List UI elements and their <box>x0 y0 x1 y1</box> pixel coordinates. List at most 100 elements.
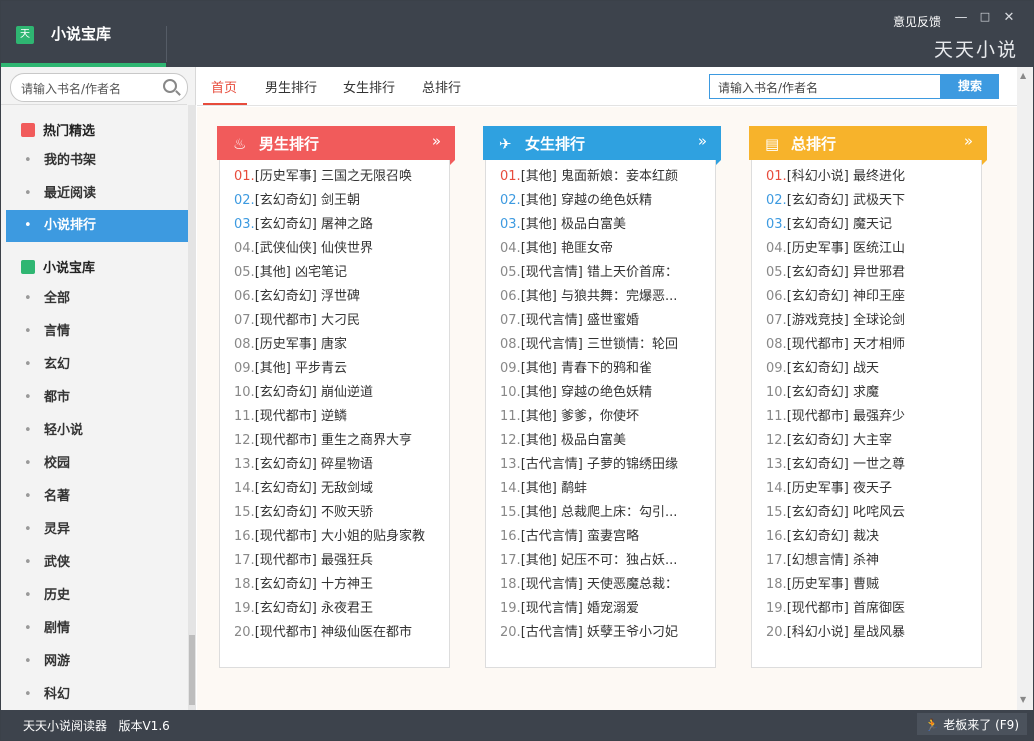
book-title[interactable]: [历史军事] 曹贼 <box>787 577 879 592</box>
book-title[interactable]: [其他] 鹬蚌 <box>521 481 587 496</box>
sidebar-item-history[interactable]: 历史 <box>6 580 188 612</box>
book-title[interactable]: [现代都市] 大刁民 <box>255 313 360 328</box>
ranking-row[interactable]: 11.[现代都市] 最强弃少 <box>752 405 981 429</box>
feedback-link[interactable]: 意见反馈 <box>893 13 941 30</box>
ranking-row[interactable]: 04.[武侠仙侠] 仙侠世界 <box>220 237 449 261</box>
ranking-row[interactable]: 10.[玄幻奇幻] 求魔 <box>752 381 981 405</box>
book-title[interactable]: [其他] 总裁爬上床：勾引... <box>521 505 678 520</box>
ranking-row[interactable]: 19.[玄幻奇幻] 永夜君王 <box>220 597 449 621</box>
book-title[interactable]: [玄幻奇幻] 求魔 <box>787 385 879 400</box>
ranking-row[interactable]: 07.[现代言情] 盛世蜜婚 <box>486 309 715 333</box>
ranking-row[interactable]: 13.[玄幻奇幻] 碎星物语 <box>220 453 449 477</box>
book-title[interactable]: [现代言情] 盛世蜜婚 <box>521 313 639 328</box>
book-title[interactable]: [现代都市] 重生之商界大亨 <box>255 433 412 448</box>
sidebar-item-all[interactable]: 全部 <box>6 283 188 315</box>
book-title[interactable]: [古代言情] 子萝的锦绣田缘 <box>521 457 678 472</box>
book-title[interactable]: [现代言情] 三世锁情：轮回 <box>521 337 678 352</box>
ranking-row[interactable]: 02.[玄幻奇幻] 剑王朝 <box>220 189 449 213</box>
ranking-row[interactable]: 09.[其他] 青春下的鸦和雀 <box>486 357 715 381</box>
sidebar-scrollbar-thumb[interactable] <box>189 635 195 705</box>
search-input[interactable]: 请输入书名/作者名 <box>709 74 941 99</box>
content-scrollbar[interactable]: ▲ ▼ <box>1017 67 1033 710</box>
ranking-row[interactable]: 09.[其他] 平步青云 <box>220 357 449 381</box>
ranking-row[interactable]: 01.[历史军事] 三国之无限召唤 <box>220 165 449 189</box>
sidebar-item-romance[interactable]: 言情 <box>6 316 188 348</box>
ranking-row[interactable]: 04.[历史军事] 医统江山 <box>752 237 981 261</box>
ranking-panel-header[interactable]: ▤ 总排行 » <box>749 126 987 165</box>
more-chevron-icon[interactable]: » <box>964 132 973 150</box>
minimize-button[interactable]: — <box>953 10 969 25</box>
sidebar-item-fantasy[interactable]: 玄幻 <box>6 349 188 381</box>
sidebar-item-ranking[interactable]: 小说排行 <box>6 210 188 242</box>
book-title[interactable]: [其他] 凶宅笔记 <box>255 265 347 280</box>
ranking-row[interactable]: 03.[玄幻奇幻] 魔天记 <box>752 213 981 237</box>
ranking-row[interactable]: 05.[玄幻奇幻] 异世邪君 <box>752 261 981 285</box>
ranking-row[interactable]: 07.[游戏竞技] 全球论剑 <box>752 309 981 333</box>
book-title[interactable]: [其他] 穿越の绝色妖精 <box>521 385 652 400</box>
ranking-row[interactable]: 04.[其他] 艳匪女帝 <box>486 237 715 261</box>
book-title[interactable]: [玄幻奇幻] 魔天记 <box>787 217 892 232</box>
ranking-row[interactable]: 16.[古代言情] 蛮妻宫略 <box>486 525 715 549</box>
book-title[interactable]: [其他] 穿越の绝色妖精 <box>521 193 652 208</box>
maximize-button[interactable]: □ <box>977 10 993 23</box>
ranking-row[interactable]: 03.[其他] 极品白富美 <box>486 213 715 237</box>
sidebar-item-online-game[interactable]: 网游 <box>6 646 188 678</box>
ranking-row[interactable]: 15.[玄幻奇幻] 叱咤风云 <box>752 501 981 525</box>
ranking-row[interactable]: 16.[玄幻奇幻] 裁决 <box>752 525 981 549</box>
ranking-row[interactable]: 19.[现代都市] 首席御医 <box>752 597 981 621</box>
ranking-row[interactable]: 11.[其他] 爹爹，你使坏 <box>486 405 715 429</box>
book-title[interactable]: [现代言情] 天使恶魔总裁： <box>521 577 678 592</box>
book-title[interactable]: [历史军事] 夜天子 <box>787 481 892 496</box>
ranking-row[interactable]: 15.[其他] 总裁爬上床：勾引... <box>486 501 715 525</box>
book-title[interactable]: [古代言情] 蛮妻宫略 <box>521 529 639 544</box>
book-title[interactable]: [其他] 鬼面新娘：妾本红颜 <box>521 169 678 184</box>
ranking-row[interactable]: 14.[历史军事] 夜天子 <box>752 477 981 501</box>
book-title[interactable]: [玄幻奇幻] 异世邪君 <box>787 265 905 280</box>
ranking-row[interactable]: 12.[现代都市] 重生之商界大亨 <box>220 429 449 453</box>
sidebar-search[interactable]: 请输入书名/作者名 <box>10 73 188 102</box>
book-title[interactable]: [历史军事] 唐家 <box>255 337 347 352</box>
ranking-row[interactable]: 06.[玄幻奇幻] 浮世碑 <box>220 285 449 309</box>
book-title[interactable]: [其他] 平步青云 <box>255 361 347 376</box>
book-title[interactable]: [其他] 艳匪女帝 <box>521 241 613 256</box>
ranking-row[interactable]: 02.[其他] 穿越の绝色妖精 <box>486 189 715 213</box>
book-title[interactable]: [玄幻奇幻] 裁决 <box>787 529 879 544</box>
book-title[interactable]: [现代言情] 婚宠溺爱 <box>521 601 639 616</box>
ranking-row[interactable]: 08.[现代都市] 天才相师 <box>752 333 981 357</box>
book-title[interactable]: [玄幻奇幻] 浮世碑 <box>255 289 360 304</box>
ranking-row[interactable]: 12.[其他] 极品白富美 <box>486 429 715 453</box>
ranking-row[interactable]: 20.[科幻小说] 星战风暴 <box>752 621 981 645</box>
ranking-row[interactable]: 08.[历史军事] 唐家 <box>220 333 449 357</box>
book-title[interactable]: [玄幻奇幻] 不败天骄 <box>255 505 373 520</box>
book-title[interactable]: [历史军事] 医统江山 <box>787 241 905 256</box>
book-title[interactable]: [玄幻奇幻] 十方神王 <box>255 577 373 592</box>
book-title[interactable]: [科幻小说] 星战风暴 <box>787 625 905 640</box>
book-title[interactable]: [玄幻奇幻] 崩仙逆道 <box>255 385 373 400</box>
ranking-row[interactable]: 18.[现代言情] 天使恶魔总裁： <box>486 573 715 597</box>
book-title[interactable]: [现代都市] 天才相师 <box>787 337 905 352</box>
sidebar-item-urban[interactable]: 都市 <box>6 382 188 414</box>
book-title[interactable]: [玄幻奇幻] 战天 <box>787 361 879 376</box>
boss-key-button[interactable]: 🏃 老板来了 (F9) <box>916 713 1027 735</box>
book-title[interactable]: [玄幻奇幻] 一世之尊 <box>787 457 905 472</box>
ranking-row[interactable]: 20.[古代言情] 妖孽王爷小刁妃 <box>486 621 715 645</box>
book-title[interactable]: [玄幻奇幻] 剑王朝 <box>255 193 360 208</box>
ranking-row[interactable]: 18.[玄幻奇幻] 十方神王 <box>220 573 449 597</box>
ranking-row[interactable]: 06.[玄幻奇幻] 神印王座 <box>752 285 981 309</box>
ranking-row[interactable]: 17.[现代都市] 最强狂兵 <box>220 549 449 573</box>
ranking-row[interactable]: 15.[玄幻奇幻] 不败天骄 <box>220 501 449 525</box>
search-icon[interactable] <box>163 79 177 93</box>
book-title[interactable]: [武侠仙侠] 仙侠世界 <box>255 241 373 256</box>
ranking-row[interactable]: 19.[现代言情] 婚宠溺爱 <box>486 597 715 621</box>
tab-male-ranking[interactable]: 男生排行 <box>265 77 317 96</box>
search-button[interactable]: 搜索 <box>941 74 999 99</box>
ranking-row[interactable]: 16.[现代都市] 大小姐的贴身家教 <box>220 525 449 549</box>
book-title[interactable]: [现代都市] 神级仙医在都市 <box>255 625 412 640</box>
scroll-down-icon[interactable]: ▼ <box>1020 695 1026 704</box>
sidebar-item-supernatural[interactable]: 灵异 <box>6 514 188 546</box>
ranking-row[interactable]: 12.[玄幻奇幻] 大主宰 <box>752 429 981 453</box>
ranking-row[interactable]: 11.[现代都市] 逆鳞 <box>220 405 449 429</box>
sidebar-scrollbar[interactable] <box>188 105 196 710</box>
ranking-row[interactable]: 07.[现代都市] 大刁民 <box>220 309 449 333</box>
book-title[interactable]: [玄幻奇幻] 叱咤风云 <box>787 505 905 520</box>
